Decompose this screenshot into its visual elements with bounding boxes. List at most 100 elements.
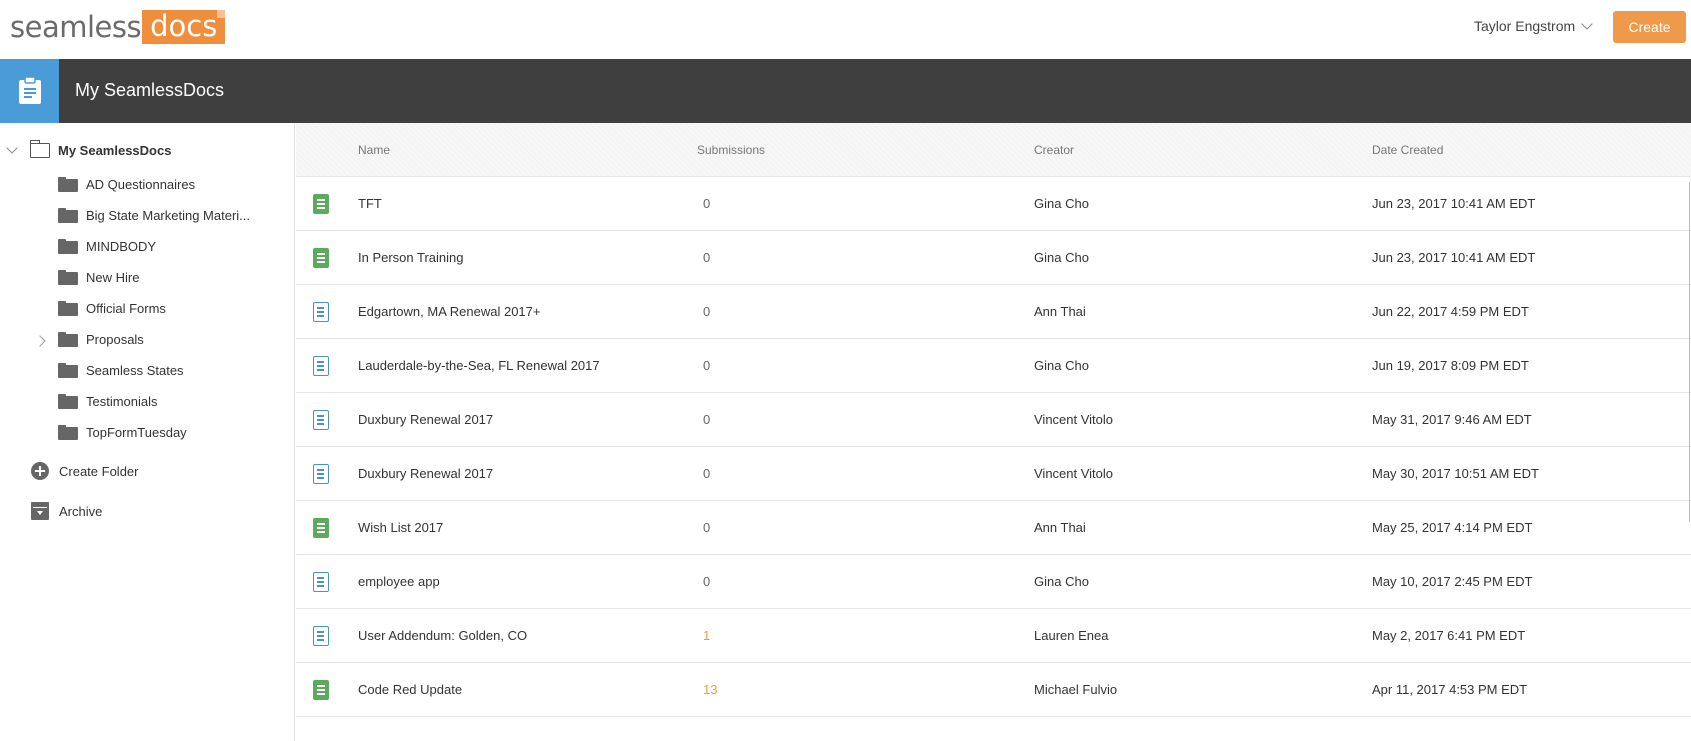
scrollbar[interactable]: [1689, 182, 1690, 522]
date-created: May 31, 2017 9:46 AM EDT: [1372, 412, 1532, 427]
creator-name: Gina Cho: [1034, 196, 1089, 211]
page-header: My SeamlessDocs: [0, 59, 1691, 123]
green-form-icon: [313, 194, 329, 214]
table-row[interactable]: Lauderdale-by-the-Sea, FL Renewal 2017 0 G…: [296, 339, 1691, 393]
column-header-submissions[interactable]: Submissions: [697, 143, 765, 157]
submission-count: 0: [703, 250, 711, 265]
table-row[interactable]: Wish List 2017 0 Ann Thai May 25, 2017 4:14…: [296, 501, 1691, 555]
clipboard-icon: [0, 59, 59, 123]
document-name[interactable]: Code Red Update: [358, 682, 462, 697]
user-menu[interactable]: Taylor Engstrom: [1474, 17, 1593, 34]
document-name[interactable]: Edgartown, MA Renewal 2017+: [358, 304, 540, 319]
creator-name: Gina Cho: [1034, 574, 1089, 589]
blue-document-icon: [313, 572, 329, 592]
sidebar-item-label: Proposals: [86, 332, 144, 347]
creator-name: Gina Cho: [1034, 250, 1089, 265]
document-name[interactable]: Duxbury Renewal 2017: [358, 412, 493, 427]
sidebar-item-proposals[interactable]: Proposals: [58, 332, 144, 347]
seamlessdocs-logo[interactable]: seamless docs: [10, 10, 226, 44]
table-row[interactable]: Code Red Update 13 Michael Fulvio Apr 11, 2…: [296, 663, 1691, 717]
submission-count: 0: [703, 196, 711, 211]
archive-label: Archive: [59, 503, 103, 519]
document-name[interactable]: User Addendum: Golden, CO: [358, 628, 527, 643]
date-created: May 25, 2017 4:14 PM EDT: [1372, 520, 1533, 535]
creator-name: Ann Thai: [1034, 304, 1086, 319]
blue-document-icon: [313, 464, 329, 484]
table-row[interactable]: Edgartown, MA Renewal 2017+ 0 Ann Thai Jun …: [296, 285, 1691, 339]
create-button[interactable]: Create: [1613, 11, 1686, 43]
logo-box: docs: [142, 10, 226, 44]
folder-icon: [58, 270, 78, 285]
sidebar-item-big-state-marketing[interactable]: Big State Marketing Materi...: [58, 208, 250, 223]
blue-document-icon: [313, 410, 329, 430]
table-row[interactable]: employee app 0 Gina Cho May 10, 2017 2:45 P…: [296, 555, 1691, 609]
date-created: Apr 11, 2017 4:53 PM EDT: [1372, 682, 1528, 697]
folder-icon: [58, 425, 78, 440]
create-folder-button[interactable]: Create Folder: [31, 462, 138, 480]
date-created: Jun 23, 2017 10:41 AM EDT: [1372, 250, 1536, 265]
sidebar-item-testimonials[interactable]: Testimonials: [58, 394, 158, 409]
sidebar-root-label: My SeamlessDocs: [58, 143, 172, 158]
column-header-date-created[interactable]: Date Created: [1372, 143, 1443, 157]
user-name: Taylor Engstrom: [1474, 18, 1576, 34]
document-name[interactable]: Lauderdale-by-the-Sea, FL Renewal 2017: [358, 358, 600, 373]
blue-document-icon: [313, 302, 329, 322]
table-row[interactable]: User Addendum: Golden, CO 1 Lauren Enea May…: [296, 609, 1691, 663]
sidebar-item-ad-questionnaires[interactable]: AD Questionnaires: [58, 177, 195, 192]
creator-name: Michael Fulvio: [1034, 682, 1118, 697]
document-name[interactable]: Duxbury Renewal 2017: [358, 466, 493, 481]
sidebar-item-label: Big State Marketing Materi...: [86, 208, 251, 223]
archive-link[interactable]: Archive: [31, 502, 102, 520]
date-created: May 2, 2017 6:41 PM EDT: [1372, 628, 1526, 643]
document-name[interactable]: TFT: [358, 196, 382, 211]
submission-count: 0: [703, 466, 711, 481]
column-header-creator[interactable]: Creator: [1034, 143, 1074, 157]
folder-icon: [58, 363, 78, 378]
sidebar-item-label: MINDBODY: [86, 239, 157, 254]
date-created: Jun 23, 2017 10:41 AM EDT: [1372, 196, 1536, 211]
plus-circle-icon: [31, 462, 49, 480]
sidebar-item-seamless-states[interactable]: Seamless States: [58, 363, 184, 378]
table-row[interactable]: In Person Training 0 Gina Cho Jun 23, 2017 …: [296, 231, 1691, 285]
submission-count: 13: [703, 682, 718, 697]
table-row[interactable]: TFT 0 Gina Cho Jun 23, 2017 10:41 AM EDT: [296, 177, 1691, 231]
table-header: Name Submissions Creator Date Created: [296, 123, 1691, 177]
folder-icon: [58, 394, 78, 409]
archive-icon: [31, 502, 49, 520]
sidebar-item-mindbody[interactable]: MINDBODY: [58, 239, 156, 254]
date-created: Jun 22, 2017 4:59 PM EDT: [1372, 304, 1529, 319]
submission-count: 0: [703, 304, 711, 319]
green-form-icon: [313, 248, 329, 268]
sidebar: My SeamlessDocs AD Questionnaires Big St…: [0, 123, 295, 741]
table-row[interactable]: Duxbury Renewal 2017 0 Vincent Vitolo May 3…: [296, 393, 1691, 447]
document-name[interactable]: In Person Training: [358, 250, 464, 265]
folder-icon: [58, 301, 78, 316]
folder-icon: [29, 140, 50, 158]
blue-document-icon: [313, 626, 329, 646]
folder-icon: [58, 177, 78, 192]
date-created: Jun 19, 2017 8:09 PM EDT: [1372, 358, 1529, 373]
chevron-down-icon[interactable]: [6, 142, 18, 154]
logo-word: seamless: [10, 10, 142, 44]
folder-icon: [58, 332, 78, 347]
page-title: My SeamlessDocs: [75, 80, 225, 100]
create-folder-label: Create Folder: [59, 463, 139, 479]
submission-count: 0: [703, 520, 711, 535]
chevron-right-icon[interactable]: [34, 335, 46, 347]
document-name[interactable]: Wish List 2017: [358, 520, 443, 535]
table-row[interactable]: Duxbury Renewal 2017 0 Vincent Vitolo May 3…: [296, 447, 1691, 501]
sidebar-root-folder[interactable]: My SeamlessDocs: [6, 140, 172, 158]
sidebar-item-new-hire[interactable]: New Hire: [58, 270, 139, 285]
creator-name: Ann Thai: [1034, 520, 1086, 535]
document-name[interactable]: employee app: [358, 574, 440, 589]
creator-name: Gina Cho: [1034, 358, 1089, 373]
column-header-name[interactable]: Name: [358, 143, 390, 157]
blue-document-icon: [313, 356, 329, 376]
folder-icon: [58, 239, 78, 254]
sidebar-item-official-forms[interactable]: Official Forms: [58, 301, 166, 316]
submission-count: 0: [703, 574, 711, 589]
folder-icon: [58, 208, 78, 223]
chevron-down-icon: [1581, 17, 1593, 30]
sidebar-item-topformtuesday[interactable]: TopFormTuesday: [58, 425, 187, 440]
green-form-icon: [313, 680, 329, 700]
